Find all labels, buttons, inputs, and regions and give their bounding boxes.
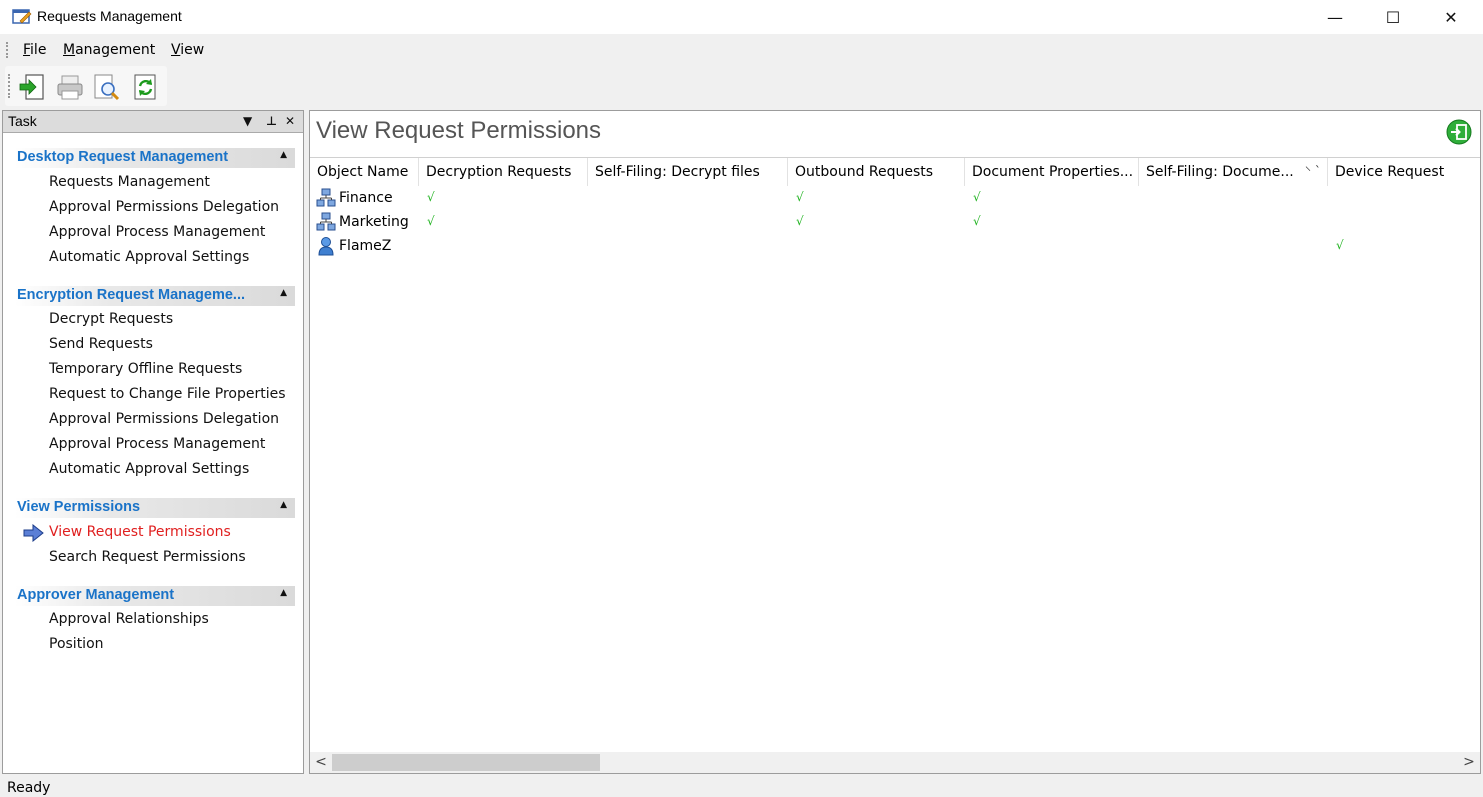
menu-management[interactable]: Management [63, 42, 155, 58]
status-bar: Ready [0, 777, 1483, 797]
scroll-thumb[interactable] [332, 754, 600, 771]
toolbar-grip [8, 74, 10, 98]
group-encryption-request-management[interactable]: Encryption Request Manageme... ▲ [15, 286, 295, 306]
check-document-properties: √ [973, 190, 981, 204]
collapse-caret-icon[interactable]: ▲ [280, 500, 287, 510]
group-icon [316, 212, 336, 231]
object-name: Finance [339, 190, 393, 206]
column-header-outbound-requests[interactable]: Outbound Requests [788, 158, 965, 186]
check-outbound-requests: √ [796, 214, 804, 228]
task-item-position[interactable]: Position [49, 636, 104, 652]
task-item-approval-relationships[interactable]: Approval Relationships [49, 611, 209, 627]
column-header-self-filing-document[interactable]: Self-Filing: Docume... [1139, 158, 1328, 186]
export-icon[interactable] [17, 72, 47, 102]
check-outbound-requests: √ [796, 190, 804, 204]
column-header-decryption-requests[interactable]: Decryption Requests [419, 158, 588, 186]
current-item-arrow-icon [23, 524, 44, 542]
task-item-requests-management[interactable]: Requests Management [49, 174, 210, 190]
scroll-left-icon[interactable]: < [311, 754, 331, 771]
check-device-request: √ [1336, 238, 1344, 252]
status-text: Ready [7, 780, 51, 796]
user-icon [318, 237, 334, 256]
task-item-automatic-approval-settings[interactable]: Automatic Approval Settings [49, 249, 249, 265]
table-row[interactable]: Marketing √ √ √ [310, 211, 1480, 235]
pin-icon[interactable]: ⊥ [266, 114, 277, 128]
window-title: Requests Management [37, 8, 182, 24]
group-title: View Permissions [17, 499, 141, 515]
task-item-decrypt-requests[interactable]: Decrypt Requests [49, 311, 173, 327]
group-view-permissions[interactable]: View Permissions ▲ [15, 498, 295, 518]
check-decryption-requests: √ [427, 214, 435, 228]
object-name: FlameZ [339, 238, 392, 254]
table-row[interactable]: Finance √ √ √ [310, 187, 1480, 211]
maximize-button[interactable]: ☐ [1364, 0, 1422, 34]
group-title: Desktop Request Management [17, 149, 229, 165]
grid-header: Object Name Decryption Requests Self-Fil… [310, 157, 1480, 186]
column-header-self-filing-decrypt[interactable]: Self-Filing: Decrypt files [588, 158, 788, 186]
horizontal-scrollbar[interactable]: < > [310, 752, 1480, 773]
task-item-automatic-approval-settings[interactable]: Automatic Approval Settings [49, 461, 249, 477]
check-decryption-requests: √ [427, 190, 435, 204]
sort-indicator-icon: ⸌ ˋ [1305, 164, 1321, 178]
dropdown-icon[interactable]: ▼ [243, 114, 252, 128]
column-header-object-name[interactable]: Object Name [310, 158, 419, 186]
task-item-search-request-permissions[interactable]: Search Request Permissions [49, 549, 246, 565]
close-icon[interactable]: ✕ [285, 114, 295, 128]
task-item-approval-permissions-delegation[interactable]: Approval Permissions Delegation [49, 199, 279, 215]
minimize-button[interactable]: — [1306, 0, 1364, 34]
print-preview-icon[interactable] [91, 72, 121, 102]
collapse-caret-icon[interactable]: ▲ [280, 288, 287, 298]
task-item-temporary-offline-requests[interactable]: Temporary Offline Requests [49, 361, 242, 377]
column-header-document-properties[interactable]: Document Properties... [965, 158, 1139, 186]
close-button[interactable]: ✕ [1422, 0, 1480, 34]
task-item-approval-process-management[interactable]: Approval Process Management [49, 436, 265, 452]
task-item-approval-permissions-delegation[interactable]: Approval Permissions Delegation [49, 411, 279, 427]
page-title: View Request Permissions [316, 117, 602, 144]
title-bar: Requests Management — ☐ ✕ [0, 0, 1483, 34]
task-pane-header: Task ▼ ⊥ ✕ [3, 111, 303, 133]
exit-icon[interactable] [1446, 119, 1472, 145]
object-name: Marketing [339, 214, 409, 230]
table-row[interactable]: FlameZ √ [310, 235, 1480, 259]
menu-bar: File Management View [0, 36, 1483, 64]
group-title: Approver Management [17, 587, 175, 603]
scroll-right-icon[interactable]: > [1459, 754, 1479, 771]
task-pane-title: Task [8, 113, 37, 129]
collapse-caret-icon[interactable]: ▲ [280, 150, 287, 160]
check-document-properties: √ [973, 214, 981, 228]
group-icon [316, 188, 336, 207]
toolbar [5, 66, 167, 106]
group-title: Encryption Request Manageme... [17, 287, 246, 303]
menu-file[interactable]: File [23, 42, 46, 58]
task-pane: Task ▼ ⊥ ✕ Desktop Request Management ▲ … [2, 110, 304, 774]
menu-view[interactable]: View [171, 42, 204, 58]
task-item-approval-process-management[interactable]: Approval Process Management [49, 224, 265, 240]
column-header-device-request[interactable]: Device Request [1328, 158, 1480, 186]
group-desktop-request-management[interactable]: Desktop Request Management ▲ [15, 148, 295, 168]
app-icon [12, 9, 32, 24]
main-panel: View Request Permissions Object Name Dec… [309, 110, 1481, 774]
task-item-request-change-file-properties[interactable]: Request to Change File Properties [49, 386, 286, 402]
menu-grip [6, 42, 8, 58]
task-item-view-request-permissions[interactable]: View Request Permissions [49, 524, 231, 540]
task-item-send-requests[interactable]: Send Requests [49, 336, 153, 352]
refresh-icon[interactable] [131, 72, 161, 102]
print-icon[interactable] [55, 72, 85, 102]
collapse-caret-icon[interactable]: ▲ [280, 588, 287, 598]
group-approver-management[interactable]: Approver Management ▲ [15, 586, 295, 606]
